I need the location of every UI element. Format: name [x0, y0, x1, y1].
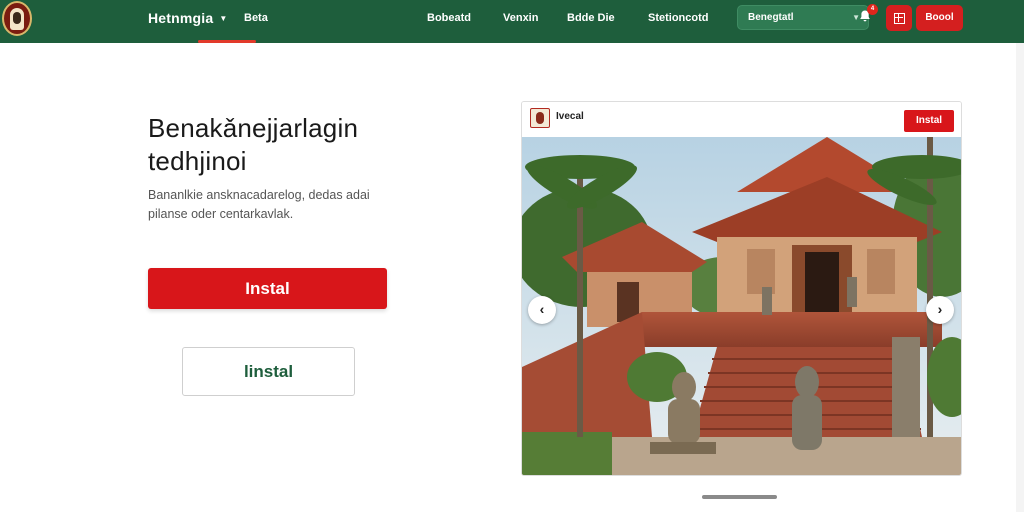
- nav-link-3[interactable]: Bdde Die: [567, 12, 615, 24]
- brand-label: Hetnmgia: [148, 10, 214, 26]
- card-title: Ivecal: [556, 111, 584, 122]
- hero-subtext: Bananlkie ansknacadarelog, dedas adai pi…: [148, 188, 370, 221]
- scrollbar[interactable]: [1016, 43, 1024, 512]
- card-logo-icon: [530, 108, 550, 128]
- install-secondary-button[interactable]: linstal: [182, 347, 355, 396]
- grid-button[interactable]: [886, 5, 912, 31]
- top-navbar: Hetnmgia ▼ Beta Bobeatd Venxin Bdde Die …: [0, 0, 1024, 43]
- nav-link-1[interactable]: Bobeatd: [427, 12, 471, 24]
- install-primary-button[interactable]: Instal: [148, 268, 387, 309]
- carousel-pager[interactable]: [702, 495, 777, 499]
- search-dropdown[interactable]: Benegtatl ▼: [737, 5, 869, 30]
- active-nav-indicator: [198, 40, 256, 43]
- chevron-down-icon: ▼: [219, 13, 228, 23]
- chevron-left-icon: ‹: [539, 301, 545, 317]
- nav-link-4[interactable]: Stetioncotd: [648, 12, 709, 24]
- logo-icon[interactable]: [2, 1, 32, 36]
- temple-photo: [522, 137, 961, 475]
- hero-headline: Benakǎnejjarlagin tedhjinoi: [148, 113, 359, 176]
- carousel-prev-button[interactable]: ‹: [528, 296, 556, 324]
- card-header: Ivecal Instal: [522, 102, 961, 137]
- header-cta-button[interactable]: Boool: [916, 5, 963, 31]
- notification-badge: 4: [867, 4, 878, 15]
- brand-sub-label[interactable]: Beta: [244, 12, 268, 24]
- app-preview-card: Ivecal Instal ‹ ›: [521, 101, 962, 476]
- search-label: Benegtatl: [748, 12, 794, 23]
- chevron-right-icon: ›: [937, 301, 943, 317]
- card-install-button[interactable]: Instal: [904, 110, 954, 132]
- carousel-next-button[interactable]: ›: [926, 296, 954, 324]
- grid-icon: [893, 12, 905, 24]
- nav-link-2[interactable]: Venxin: [503, 12, 538, 24]
- brand-menu[interactable]: Hetnmgia ▼: [148, 10, 228, 26]
